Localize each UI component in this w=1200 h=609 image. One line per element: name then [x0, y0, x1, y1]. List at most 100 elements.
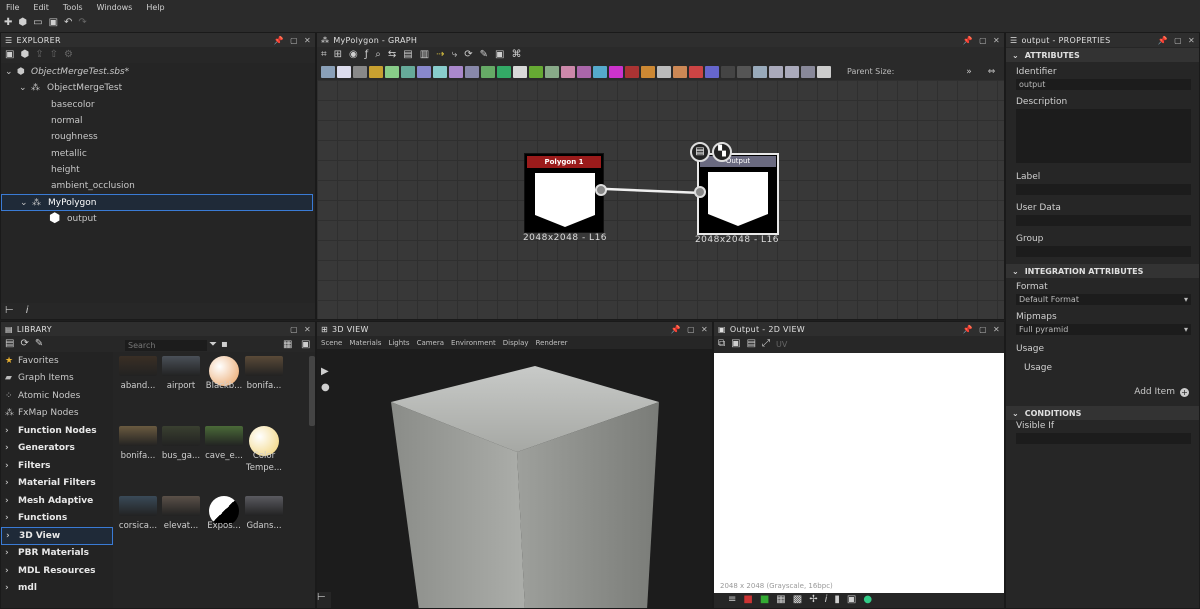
pin-icon[interactable]: 📌: [274, 36, 284, 45]
graph-canvas[interactable]: Polygon 1 2048x2048 - L16 Output ▤ ▚ 204…: [317, 80, 1004, 319]
pin-icon[interactable]: 📌: [963, 325, 973, 334]
crop-icon[interactable]: ⌘: [511, 49, 521, 61]
grid-icon[interactable]: ▦: [776, 594, 785, 606]
redo-icon[interactable]: ↷: [78, 17, 86, 29]
view3d-menu-item[interactable]: Materials: [349, 339, 381, 347]
uv-dropdown[interactable]: UV: [776, 340, 787, 349]
atomic-node-icon[interactable]: [625, 65, 639, 78]
library-category[interactable]: › PBR Materials: [1, 545, 113, 563]
connect-icon[interactable]: ⇆: [388, 49, 396, 61]
document-icon[interactable]: ▤: [747, 338, 756, 350]
curve-icon[interactable]: ⤷: [452, 49, 458, 61]
alpha-icon[interactable]: ■: [760, 594, 769, 606]
menu-item[interactable]: Windows: [97, 3, 133, 12]
atomic-node-icon[interactable]: [529, 65, 543, 78]
library-scrollbar[interactable]: [309, 356, 315, 426]
new-graph-icon[interactable]: ⬢: [20, 49, 29, 61]
atomic-node-icon[interactable]: [769, 65, 783, 78]
library-category[interactable]: › Material Filters: [1, 475, 113, 493]
library-category[interactable]: › 3D View: [1, 527, 113, 545]
view3d-menu-item[interactable]: Environment: [451, 339, 496, 347]
frame-icon[interactable]: ⌗: [321, 49, 327, 61]
mipmaps-select[interactable]: Full pyramid ▾: [1016, 324, 1191, 335]
export-icon[interactable]: ⇪: [35, 49, 43, 61]
refresh-icon[interactable]: ⟳: [20, 338, 28, 350]
info-icon[interactable]: i: [26, 305, 29, 317]
atomic-node-icon[interactable]: [465, 65, 479, 78]
pin-icon[interactable]: 📌: [963, 36, 973, 45]
library-category[interactable]: › Function Nodes: [1, 422, 113, 440]
atomic-node-icon[interactable]: [449, 65, 463, 78]
polygon-node[interactable]: Polygon 1: [524, 153, 604, 233]
tree-output-roughness[interactable]: roughness: [1, 129, 315, 145]
library-category[interactable]: ⁘ Atomic Nodes: [1, 387, 113, 405]
camera-icon[interactable]: ◉: [349, 49, 358, 61]
chevron-down-icon[interactable]: ⌄: [1012, 267, 1019, 276]
chevron-down-icon[interactable]: ⌄: [1012, 51, 1019, 60]
library-list-icon[interactable]: ▤: [5, 338, 14, 350]
tree-package[interactable]: ⌄ ⬢ ObjectMergeTest.sbs*: [1, 64, 315, 80]
texture-preview[interactable]: 2048 x 2048 (Grayscale, 16bpc): [714, 353, 1004, 593]
expand-icon[interactable]: ⤢: [762, 338, 770, 350]
close-icon[interactable]: ✕: [993, 36, 1000, 45]
atomic-node-icon[interactable]: [337, 65, 351, 78]
atomic-node-icon[interactable]: [801, 65, 815, 78]
close-icon[interactable]: ✕: [701, 325, 708, 334]
copy-icon[interactable]: ⧉: [718, 338, 725, 350]
atomic-node-icon[interactable]: [433, 65, 447, 78]
grid-view-icon[interactable]: ▦: [283, 339, 292, 351]
save-icon[interactable]: ▣: [49, 17, 58, 29]
link-icon[interactable]: ⇔: [988, 67, 996, 77]
library-category[interactable]: ▰ Graph Items: [1, 370, 113, 388]
format-select[interactable]: Default Format ▾: [1016, 294, 1191, 305]
view3d-menu-item[interactable]: Scene: [321, 339, 342, 347]
tree-graph-objectmerge[interactable]: ⌄ ⁂ ObjectMergeTest: [1, 80, 315, 96]
zoom-icon[interactable]: ⊞: [334, 49, 342, 61]
visible-if-field[interactable]: [1016, 433, 1191, 444]
tree-output-metallic[interactable]: metallic: [1, 145, 315, 161]
edit-icon[interactable]: ✎: [35, 338, 43, 350]
atomic-node-icon[interactable]: [513, 65, 527, 78]
link-style-icon[interactable]: ⇢: [436, 49, 444, 61]
color-channel-icon[interactable]: ■: [743, 594, 752, 606]
open-folder-icon[interactable]: ▭: [33, 17, 42, 29]
layers-icon[interactable]: ≡: [728, 594, 736, 606]
histogram-icon[interactable]: ▮: [834, 594, 840, 606]
atomic-node-icon[interactable]: [385, 65, 399, 78]
atomic-node-icon[interactable]: [481, 65, 495, 78]
chevron-down-icon[interactable]: ⌄: [1012, 409, 1019, 418]
tiling-icon[interactable]: ▩: [793, 594, 802, 606]
atomic-node-icon[interactable]: [369, 65, 383, 78]
label-field[interactable]: [1016, 184, 1191, 195]
atomic-node-icon[interactable]: [353, 65, 367, 78]
atomic-node-icon[interactable]: [673, 65, 687, 78]
float-icon[interactable]: ▢: [1174, 36, 1182, 45]
float-icon[interactable]: ▢: [687, 325, 695, 334]
atomic-node-icon[interactable]: [545, 65, 559, 78]
hierarchy-icon[interactable]: ⊢: [317, 592, 326, 604]
view3d-menu-item[interactable]: Lights: [388, 339, 409, 347]
close-icon[interactable]: ✕: [1188, 36, 1195, 45]
library-category[interactable]: ★ Favorites: [1, 352, 113, 370]
view3d-menu-item[interactable]: Camera: [417, 339, 444, 347]
checker-icon[interactable]: ▚: [712, 142, 732, 162]
library-category[interactable]: › Generators: [1, 440, 113, 458]
atomic-node-icon[interactable]: [321, 65, 335, 78]
view3d-menu-item[interactable]: Display: [503, 339, 529, 347]
document-icon[interactable]: ▤: [690, 142, 710, 162]
atomic-node-icon[interactable]: [689, 65, 703, 78]
menu-item[interactable]: Help: [146, 3, 164, 12]
atomic-node-icon[interactable]: [561, 65, 575, 78]
settings-icon[interactable]: ⚙: [64, 49, 73, 61]
overflow-icon[interactable]: »: [966, 67, 972, 77]
userdata-field[interactable]: [1016, 215, 1191, 226]
new-package-icon[interactable]: ✚: [4, 17, 12, 29]
tree-output-ambient_occlusion[interactable]: ambient_occlusion: [1, 178, 315, 194]
atomic-node-icon[interactable]: [785, 65, 799, 78]
float-icon[interactable]: ▢: [979, 325, 987, 334]
description-field[interactable]: [1016, 109, 1191, 163]
search-icon[interactable]: ⌕: [375, 49, 381, 61]
color-wheel-icon[interactable]: ●: [863, 594, 872, 606]
atomic-node-icon[interactable]: [705, 65, 719, 78]
filter-icon[interactable]: ⏷: [209, 339, 217, 351]
